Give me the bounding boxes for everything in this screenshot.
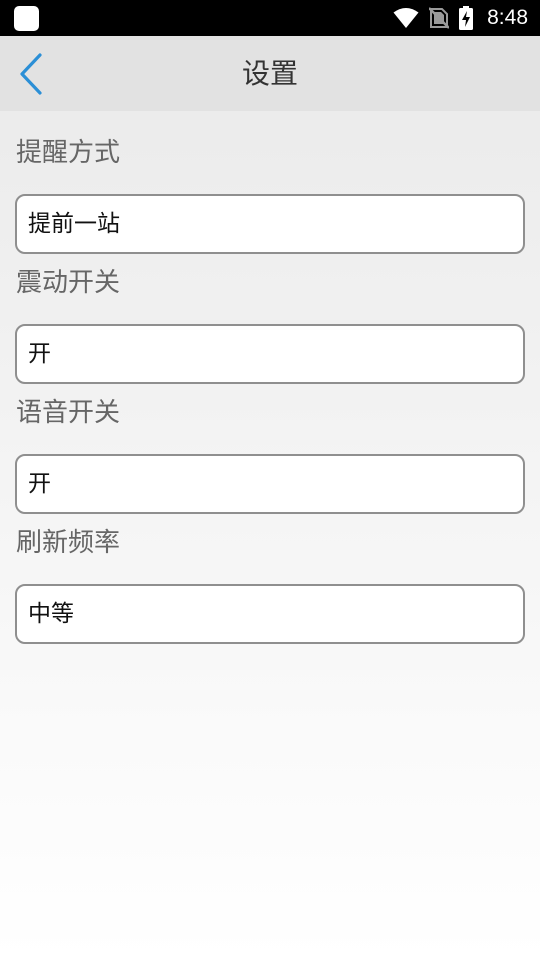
- setting-label: 震动开关: [16, 268, 121, 298]
- no-sim-icon: [429, 7, 450, 29]
- setting-label: 刷新频率: [16, 528, 121, 558]
- battery-charging-icon: [459, 6, 474, 30]
- app-notification-icon: [14, 6, 39, 31]
- page-title: 设置: [241, 57, 298, 90]
- setting-refresh-rate: 刷新频率 中等: [15, 514, 525, 644]
- refresh-rate-field[interactable]: 中等: [15, 584, 525, 644]
- setting-vibration: 震动开关 开: [15, 254, 525, 384]
- vibration-toggle-field[interactable]: 开: [15, 324, 525, 384]
- clock-text: 8:48: [487, 6, 528, 29]
- setting-label: 语音开关: [16, 398, 121, 428]
- title-bar: 设置: [0, 36, 540, 111]
- setting-reminder-mode: 提醒方式 提前一站: [15, 111, 525, 254]
- chevron-left-icon: [20, 53, 42, 95]
- status-bar: 8:48: [0, 0, 540, 36]
- settings-form: 提醒方式 提前一站 震动开关 开 语音开关 开 刷新频率 中等: [15, 111, 525, 644]
- status-icons: 8:48: [393, 0, 528, 36]
- reminder-mode-field[interactable]: 提前一站: [15, 194, 525, 254]
- wifi-icon: [393, 8, 419, 28]
- back-button[interactable]: [8, 46, 56, 102]
- voice-toggle-field[interactable]: 开: [15, 454, 525, 514]
- setting-label: 提醒方式: [16, 138, 121, 168]
- setting-voice: 语音开关 开: [15, 384, 525, 514]
